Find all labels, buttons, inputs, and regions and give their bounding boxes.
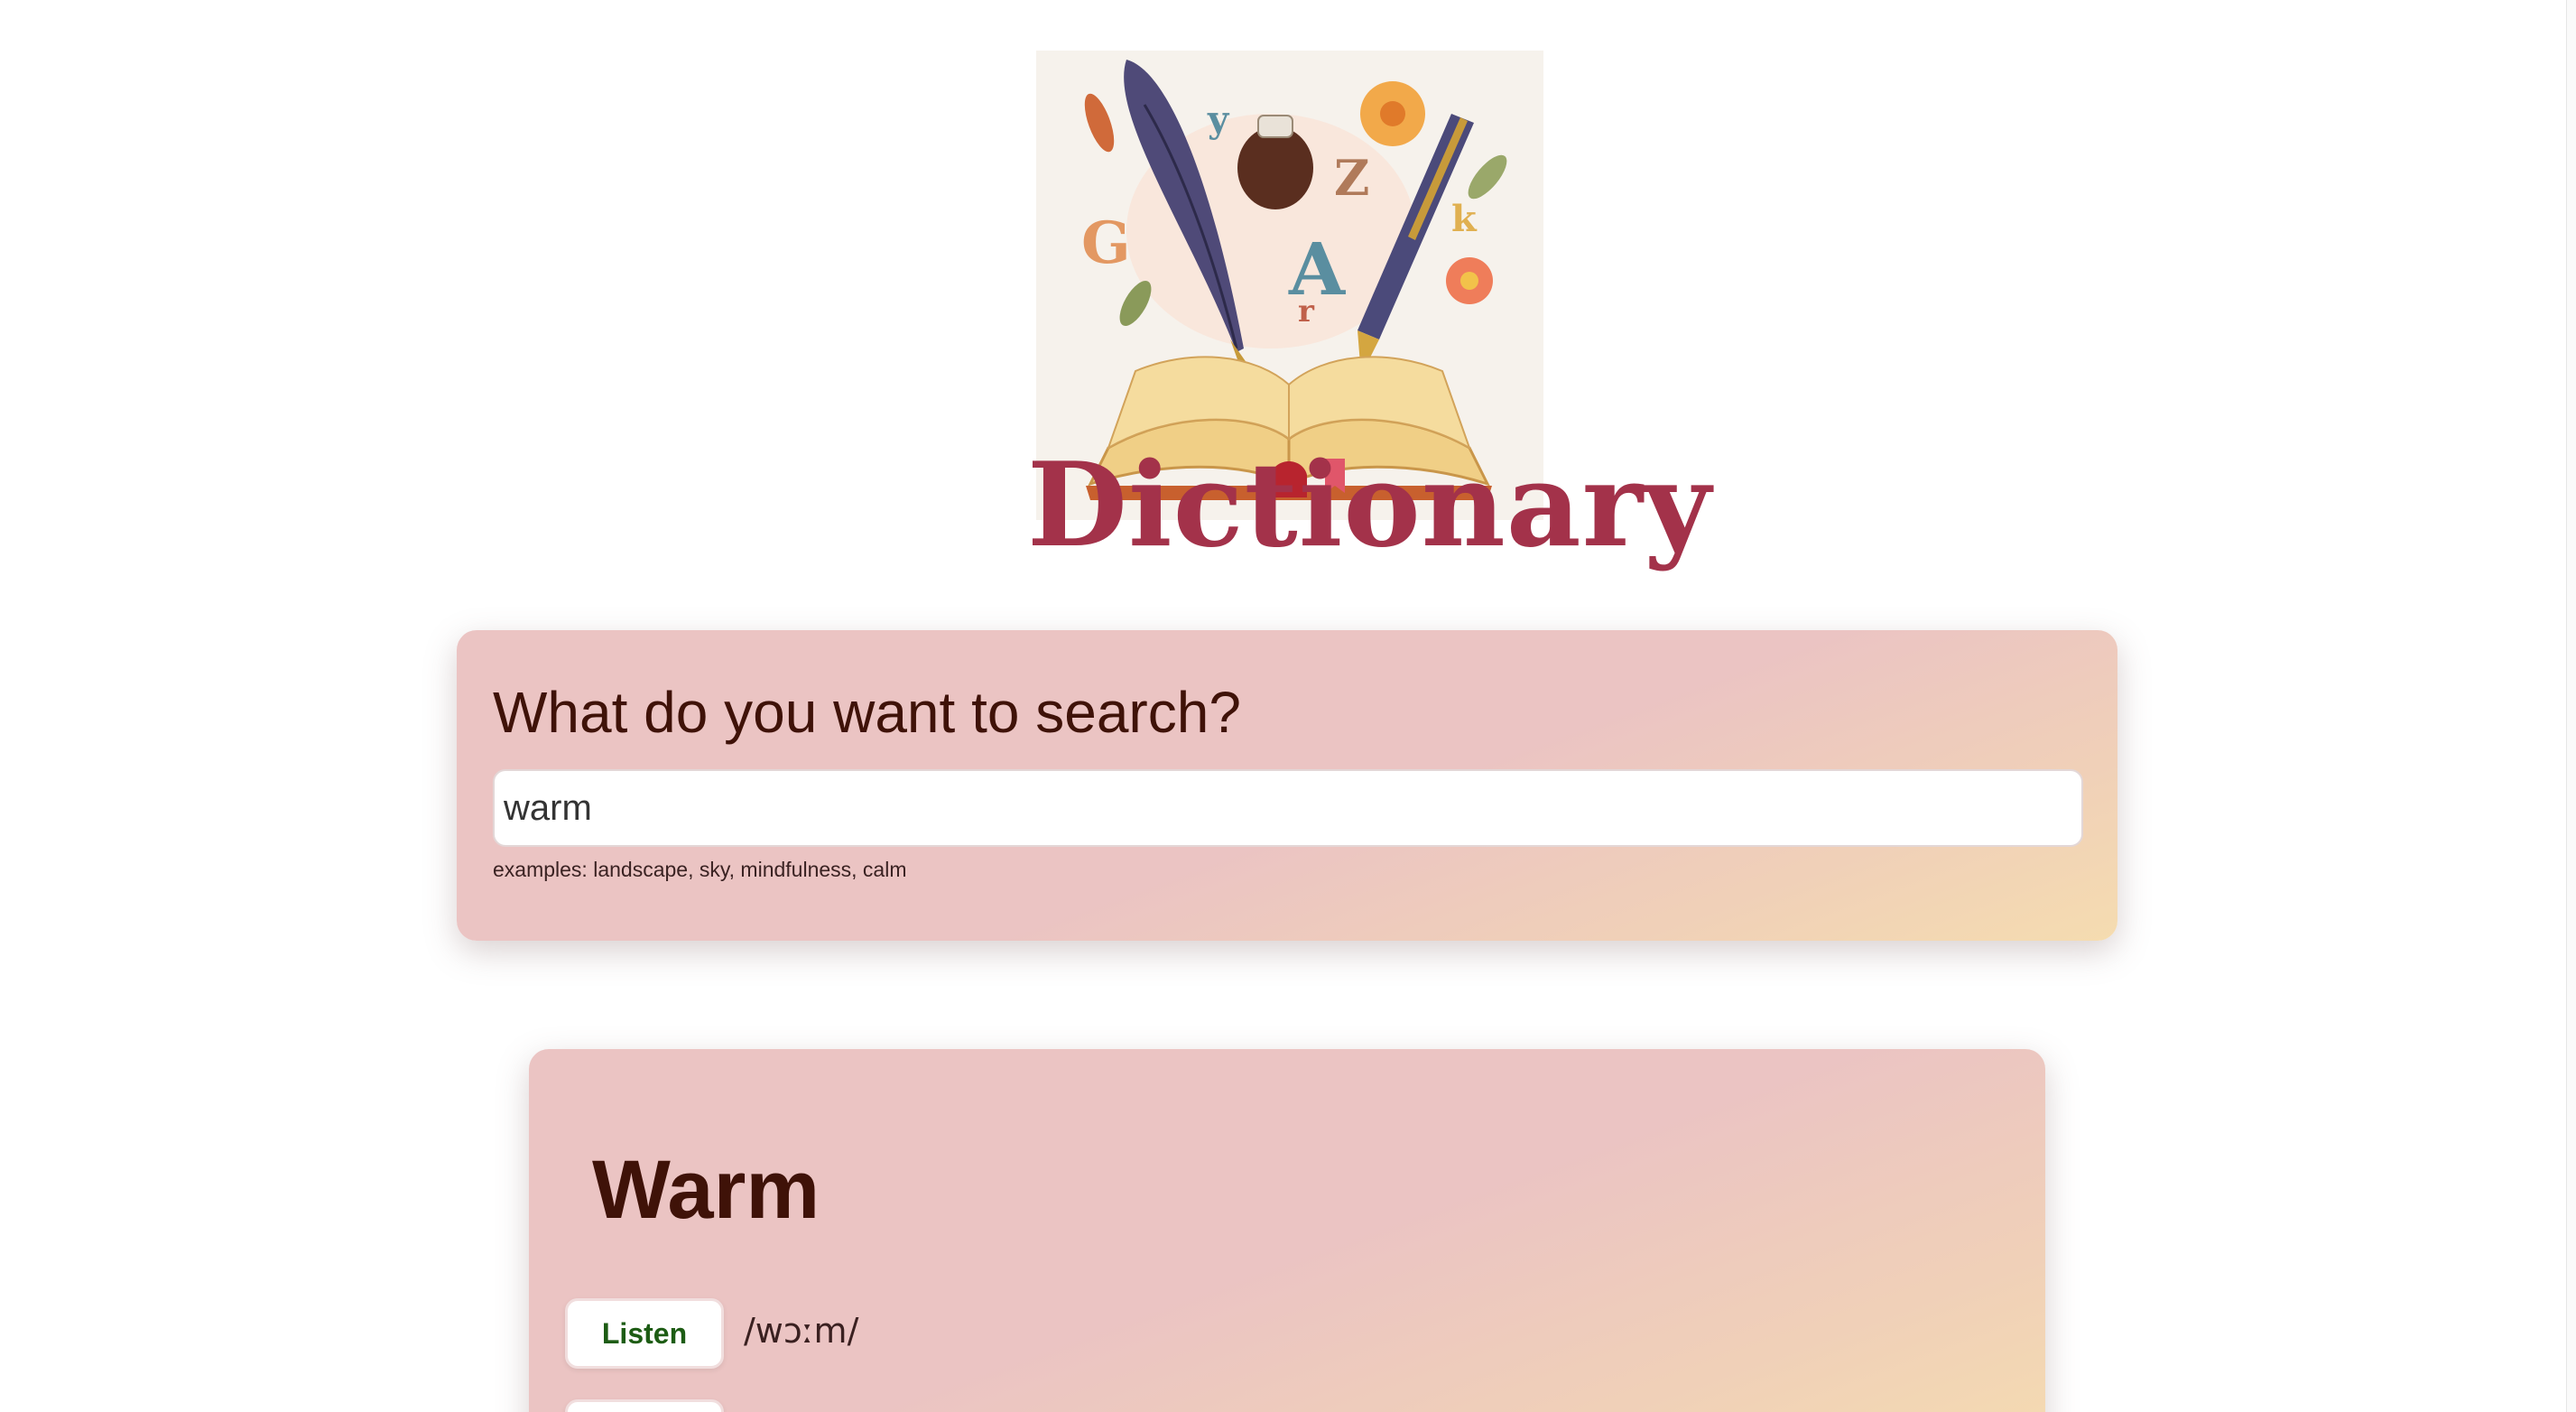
word-result-card: Warm Listen /wɔːm/ [529, 1049, 2045, 1412]
svg-text:r: r [1298, 293, 1315, 330]
svg-text:Z: Z [1334, 149, 1369, 207]
phonetic-text: /wɔːm/ [744, 1311, 859, 1351]
logo-wordmark: Dictionary [1027, 438, 1712, 573]
svg-text:k: k [1451, 198, 1478, 240]
second-listen-button[interactable] [565, 1399, 724, 1412]
search-input[interactable] [493, 769, 2083, 847]
search-examples-hint: examples: landscape, sky, mindfulness, c… [493, 858, 907, 881]
svg-text:G: G [1081, 209, 1131, 277]
listen-button[interactable]: Listen [565, 1298, 724, 1369]
page-scrollbar[interactable] [2566, 0, 2576, 1412]
dictionary-logo: G A Z y r k Dictionary [1027, 51, 1712, 583]
svg-text:y: y [1207, 98, 1230, 141]
dictionary-page: G A Z y r k Dictionary What do you want … [0, 0, 2576, 1412]
word-title: Warm [592, 1144, 820, 1236]
svg-text:A: A [1288, 227, 1346, 311]
search-card: What do you want to search? examples: la… [457, 630, 2117, 941]
search-heading: What do you want to search? [493, 680, 1241, 745]
